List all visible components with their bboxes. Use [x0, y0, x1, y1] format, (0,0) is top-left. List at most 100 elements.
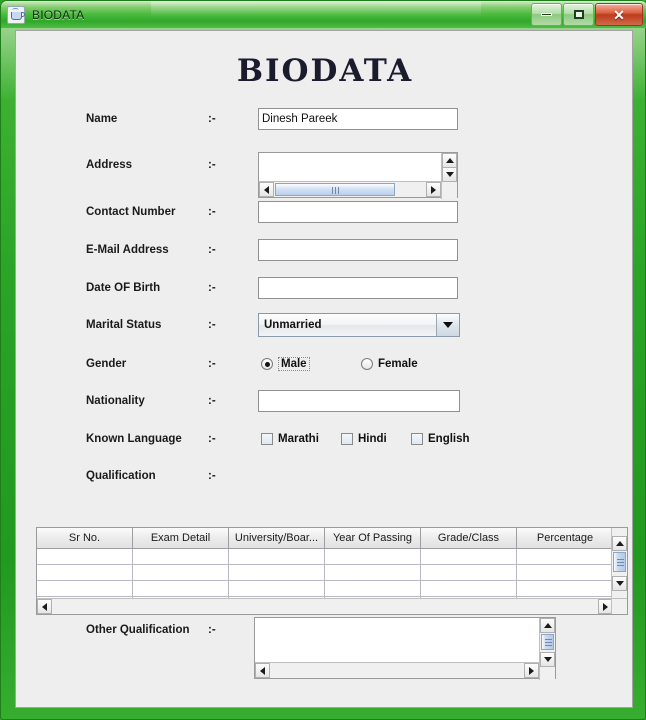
other-qualification-scroll-up-button[interactable]: [540, 618, 555, 633]
table-column-header[interactable]: Sr No.: [37, 528, 133, 549]
table-cell[interactable]: [325, 565, 421, 581]
other-qualification-vscroll-thumb[interactable]: [541, 634, 554, 650]
table-cell[interactable]: [421, 565, 517, 581]
form-row-other-qualification: Other Qualification :-: [16, 617, 632, 681]
minimize-button[interactable]: [531, 3, 562, 26]
address-scroll-down-button[interactable]: [442, 167, 457, 182]
arrow-down-icon: [543, 657, 552, 662]
scroll-thumb-grip-icon: [617, 559, 624, 566]
address-vscrollbar[interactable]: [441, 153, 457, 199]
table-cell[interactable]: [229, 581, 325, 597]
language-checkbox-hindi-label: Hindi: [358, 433, 387, 445]
gender-radio-female[interactable]: Female: [361, 353, 418, 375]
radio-unselected-icon: [361, 358, 373, 370]
window-title: BIODATA: [32, 7, 85, 22]
close-button[interactable]: ✕: [595, 3, 643, 26]
contact-number-input[interactable]: [258, 201, 458, 223]
table-cell[interactable]: [133, 549, 229, 565]
application-window: BIODATA ✕ BIODATA Name :- Dinesh Pareek …: [0, 0, 646, 720]
table-column-header[interactable]: Exam Detail: [133, 528, 229, 549]
page-title: BIODATA: [236, 53, 414, 89]
maximize-icon: [573, 10, 584, 19]
gender-radio-male[interactable]: Male: [261, 353, 310, 375]
other-qualification-hscrollbar[interactable]: [255, 662, 539, 678]
radio-selected-icon: [261, 358, 273, 370]
arrow-up-icon: [445, 158, 454, 163]
arrow-left-icon: [260, 666, 265, 675]
address-scrollpane: [258, 152, 458, 199]
email-address-input[interactable]: [258, 239, 458, 261]
table-column-header[interactable]: Year Of Passing: [325, 528, 421, 549]
arrow-right-icon: [529, 666, 534, 675]
address-hscrollbar[interactable]: [259, 181, 441, 197]
title-bar[interactable]: BIODATA ✕: [1, 1, 646, 28]
table-cell[interactable]: [517, 581, 613, 597]
form-row-contact-number: Contact Number :-: [16, 199, 632, 225]
table-column-header[interactable]: University/Boar...: [229, 528, 325, 549]
date-of-birth-input[interactable]: [258, 277, 458, 299]
arrow-right-icon: [431, 185, 436, 194]
table-cell[interactable]: [517, 549, 613, 565]
separator-marital-status: :-: [208, 319, 216, 331]
other-qualification-scroll-left-button[interactable]: [255, 663, 270, 678]
address-scroll-up-button[interactable]: [442, 153, 457, 168]
form-row-dob: Date OF Birth :-: [16, 275, 632, 301]
marital-status-dropdown-button[interactable]: [436, 314, 459, 336]
table-cell[interactable]: [421, 581, 517, 597]
table-column-header[interactable]: Percentage: [517, 528, 613, 549]
form-row-qualification: Qualification :-: [16, 463, 632, 489]
table-vscroll-thumb[interactable]: [613, 552, 626, 572]
marital-status-select[interactable]: Unmarried: [258, 313, 460, 337]
form-row-name: Name :- Dinesh Pareek: [16, 106, 632, 132]
table-row[interactable]: [37, 581, 613, 597]
arrow-up-icon: [615, 541, 624, 546]
table-column-header[interactable]: Grade/Class: [421, 528, 517, 549]
language-checkbox-marathi[interactable]: Marathi: [261, 428, 319, 450]
arrow-left-icon: [42, 602, 47, 611]
language-checkbox-hindi[interactable]: Hindi: [341, 428, 387, 450]
other-qualification-textarea[interactable]: [255, 618, 539, 662]
table-scroll-corner: [611, 598, 627, 614]
separator-other-qualification: :-: [208, 624, 216, 636]
separator-name: :-: [208, 113, 216, 125]
address-scroll-left-button[interactable]: [259, 182, 274, 197]
table-cell[interactable]: [229, 565, 325, 581]
separator-nationality: :-: [208, 395, 216, 407]
table-cell[interactable]: [133, 581, 229, 597]
table-cell[interactable]: [325, 581, 421, 597]
nationality-input[interactable]: [258, 390, 460, 412]
table-cell[interactable]: [517, 565, 613, 581]
form-row-address: Address :-: [16, 152, 632, 200]
arrow-right-icon: [603, 602, 608, 611]
table-scroll-left-button[interactable]: [37, 599, 52, 614]
address-textarea[interactable]: [259, 153, 441, 181]
gender-radio-female-label: Female: [378, 358, 418, 370]
language-checkbox-english[interactable]: English: [411, 428, 470, 450]
maximize-button[interactable]: [563, 3, 594, 26]
address-scroll-right-button[interactable]: [426, 182, 441, 197]
table-cell[interactable]: [229, 549, 325, 565]
table-cell[interactable]: [37, 565, 133, 581]
table-cell[interactable]: [325, 549, 421, 565]
other-qualification-scroll-down-button[interactable]: [540, 652, 555, 667]
address-hscroll-thumb[interactable]: [275, 183, 395, 196]
table-row[interactable]: [37, 549, 613, 565]
table-scroll-up-button[interactable]: [612, 536, 627, 551]
table-cell[interactable]: [37, 549, 133, 565]
gender-radio-male-label: Male: [278, 357, 310, 371]
name-input[interactable]: Dinesh Pareek: [258, 108, 458, 130]
checkbox-unchecked-icon: [411, 433, 423, 445]
separator-qualification: :-: [208, 470, 216, 482]
other-qualification-scroll-right-button[interactable]: [524, 663, 539, 678]
other-qualification-vscrollbar[interactable]: [539, 618, 555, 680]
table-row[interactable]: [37, 565, 613, 581]
qualification-table: Sr No. Exam Detail University/Boar... Ye…: [36, 527, 628, 615]
checkbox-unchecked-icon: [341, 433, 353, 445]
table-cell[interactable]: [37, 581, 133, 597]
table-scroll-down-button[interactable]: [612, 576, 627, 591]
table-cell[interactable]: [133, 565, 229, 581]
close-icon: ✕: [613, 6, 625, 23]
table-cell[interactable]: [421, 549, 517, 565]
table-vscrollbar[interactable]: [611, 528, 627, 598]
table-hscrollbar[interactable]: [37, 598, 613, 614]
